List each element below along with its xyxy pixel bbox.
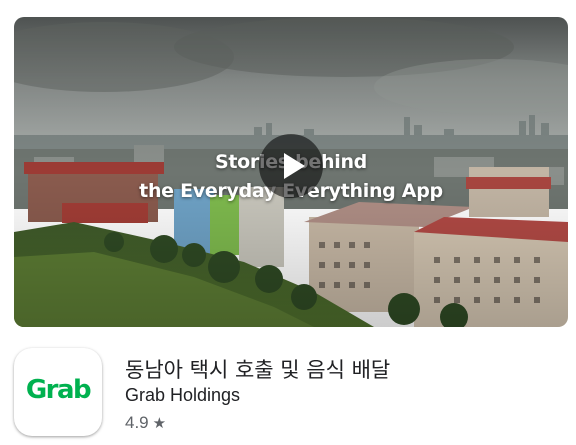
- app-developer[interactable]: Grab Holdings: [125, 385, 240, 406]
- app-title[interactable]: 동남아 택시 호출 및 음식 배달: [125, 354, 390, 384]
- play-icon: [284, 153, 305, 179]
- app-rating: 4.9 ★: [125, 413, 166, 433]
- app-listing-page: Stories behind the Everyday Everything A…: [0, 0, 576, 445]
- star-icon: ★: [152, 414, 167, 432]
- app-icon[interactable]: Grab: [14, 348, 102, 436]
- app-info-row: Grab 동남아 택시 호출 및 음식 배달 Grab Holdings 4.9…: [14, 348, 568, 438]
- grab-logo: Grab: [25, 375, 92, 405]
- promo-video-thumbnail[interactable]: Stories behind the Everyday Everything A…: [14, 17, 568, 327]
- play-button[interactable]: [259, 134, 323, 198]
- rating-value: 4.9: [125, 413, 149, 432]
